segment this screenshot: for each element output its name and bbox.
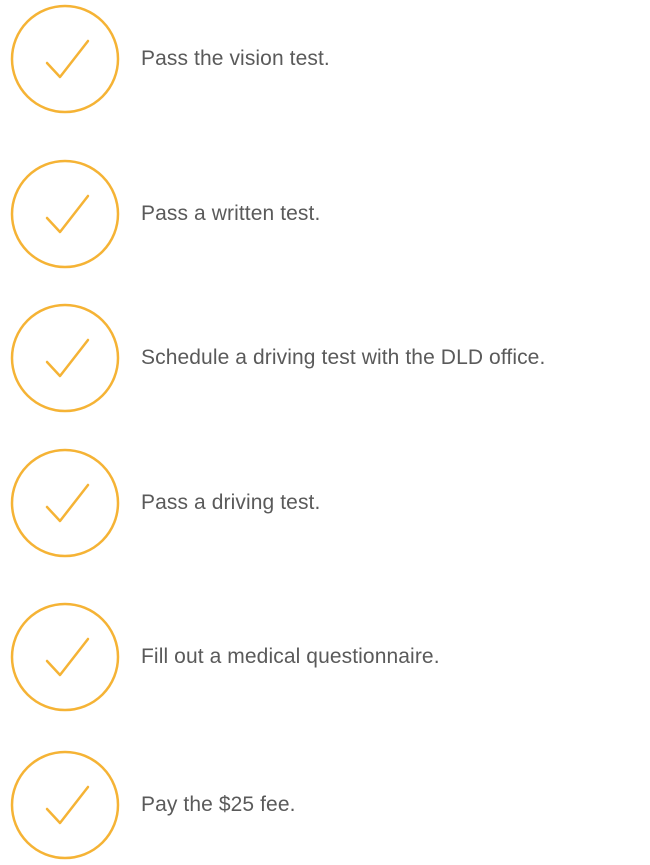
checklist-item-label: Pass a driving test. [141, 491, 321, 514]
checklist-item: Schedule a driving test with the DLD off… [10, 303, 650, 413]
checklist-item: Pay the $25 fee. [10, 750, 650, 860]
check-circle-icon [10, 750, 120, 860]
checklist-item: Pass a written test. [10, 159, 650, 269]
checklist-item-label: Fill out a medical questionnaire. [141, 645, 440, 668]
checklist-item-label: Pass the vision test. [141, 47, 330, 70]
check-circle-icon [10, 602, 120, 712]
check-circle-icon [10, 448, 120, 558]
checklist-item: Pass a driving test. [10, 448, 650, 558]
checklist-item-label: Schedule a driving test with the DLD off… [141, 346, 546, 369]
checklist-item: Pass the vision test. [10, 4, 650, 114]
requirements-checklist: Pass the vision test. Pass a written tes… [0, 0, 650, 865]
check-circle-icon [10, 303, 120, 413]
check-circle-icon [10, 159, 120, 269]
check-circle-icon [10, 4, 120, 114]
checklist-item-label: Pass a written test. [141, 202, 321, 225]
checklist-item-label: Pay the $25 fee. [141, 793, 296, 816]
checklist-item: Fill out a medical questionnaire. [10, 602, 650, 712]
